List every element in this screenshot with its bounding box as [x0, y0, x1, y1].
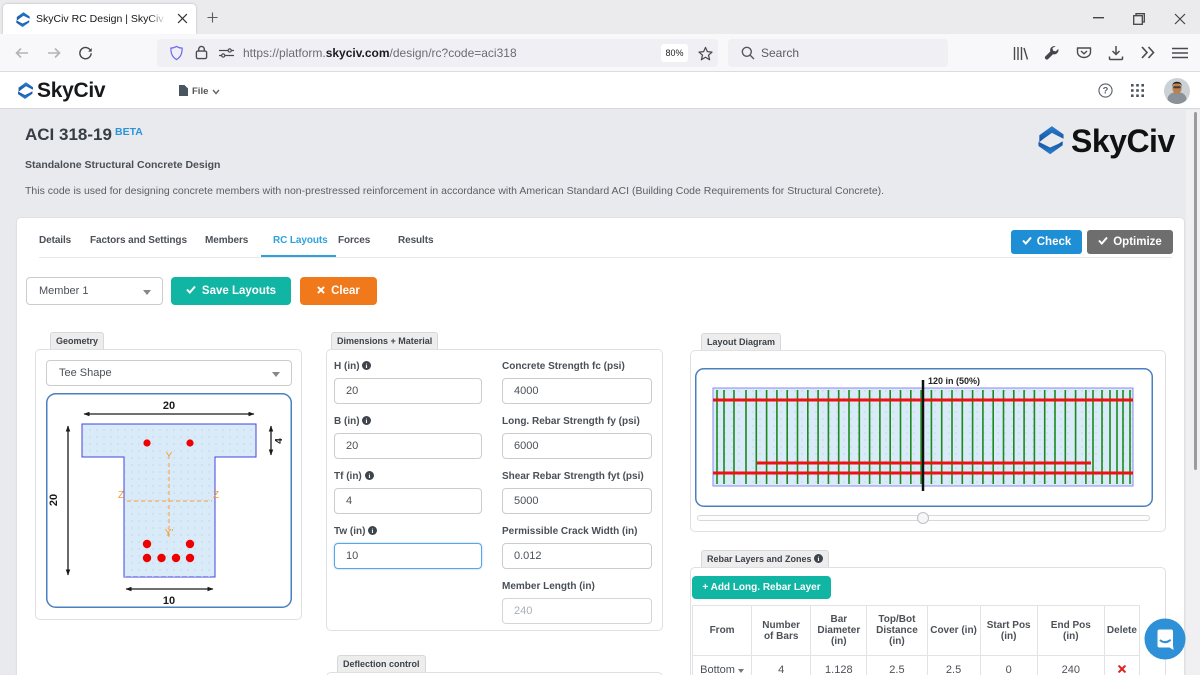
svg-text:Y': Y': [165, 528, 174, 539]
svg-text:i: i: [368, 473, 370, 480]
svg-text:Z: Z: [118, 490, 124, 501]
svg-text:i: i: [818, 556, 820, 563]
svg-text:i: i: [372, 528, 374, 535]
svg-text:20: 20: [163, 400, 175, 412]
svg-text:Y: Y: [166, 451, 173, 462]
svg-text:Z: Z: [213, 490, 219, 501]
svg-text:20: 20: [48, 494, 60, 506]
svg-text:4: 4: [274, 438, 285, 444]
svg-text:?: ?: [1103, 86, 1109, 96]
svg-text:120 in (50%): 120 in (50%): [928, 376, 980, 386]
svg-text:i: i: [366, 363, 368, 370]
svg-text:i: i: [366, 418, 368, 425]
svg-text:10: 10: [163, 595, 175, 607]
